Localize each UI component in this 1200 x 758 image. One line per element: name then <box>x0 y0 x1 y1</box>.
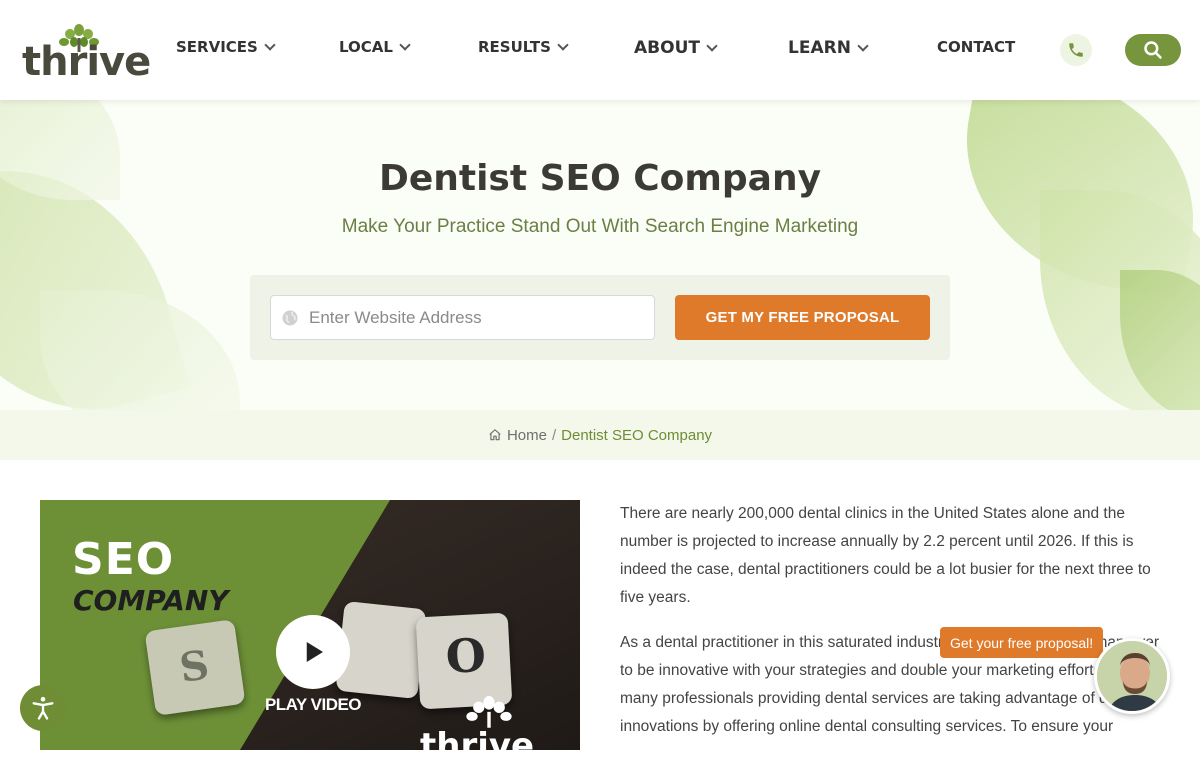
leaf-decoration <box>40 290 240 410</box>
hero-section: Dentist SEO Company Make Your Practice S… <box>0 100 1200 410</box>
chevron-down-icon <box>857 39 869 52</box>
page-title: Dentist SEO Company <box>378 158 822 199</box>
article-paragraph: There are nearly 200,000 dental clinics … <box>620 505 1151 606</box>
nav-learn[interactable]: LEARN <box>788 38 869 58</box>
breadcrumb-separator: / <box>551 426 557 444</box>
chevron-down-icon <box>264 38 276 51</box>
website-field[interactable] <box>270 295 655 340</box>
nav-contact-label: CONTACT <box>937 38 1016 56</box>
nav-results[interactable]: RESULTS <box>478 38 569 56</box>
breadcrumb-home-link[interactable]: Home <box>488 427 547 444</box>
chat-agent-avatar[interactable] <box>1094 638 1170 714</box>
scrabble-tile: O <box>415 612 513 710</box>
video-company-text: COMPANY <box>73 584 229 617</box>
logo-wordmark: thrive <box>22 39 151 85</box>
nav-local-label: LOCAL <box>339 38 393 56</box>
search-button[interactable] <box>1125 34 1181 66</box>
proposal-form: GET MY FREE PROPOSAL <box>250 275 950 360</box>
nav-learn-label: LEARN <box>788 38 851 58</box>
phone-icon <box>1069 43 1083 57</box>
chevron-down-icon <box>706 39 718 52</box>
video-seo-text: SEO <box>72 534 175 585</box>
site-header: thrive SERVICES LOCAL RESULTS ABOUT LEAR… <box>0 0 1200 100</box>
thrive-logo[interactable]: thrive <box>22 24 151 82</box>
globe-icon <box>282 310 298 325</box>
chevron-down-icon <box>557 38 569 51</box>
breadcrumb-home-label: Home <box>506 426 547 444</box>
nav-about[interactable]: ABOUT <box>634 38 718 58</box>
play-button[interactable] <box>276 615 350 689</box>
website-input[interactable] <box>309 307 629 328</box>
nav-local[interactable]: LOCAL <box>339 38 411 56</box>
breadcrumb: Home / Dentist SEO Company <box>0 410 1200 460</box>
play-icon <box>306 642 323 662</box>
tile-letter: O <box>444 627 488 684</box>
chevron-down-icon <box>399 38 411 51</box>
home-icon <box>489 429 501 441</box>
nav-services-label: SERVICES <box>176 38 258 56</box>
breadcrumb-current: Dentist SEO Company <box>561 426 713 444</box>
video-player[interactable]: S E O SEO COMPANY PLAY VIDEO thrive <box>40 500 580 750</box>
nav-results-label: RESULTS <box>478 38 551 56</box>
nav-contact[interactable]: CONTACT <box>937 38 1015 56</box>
nav-about-label: ABOUT <box>634 38 700 58</box>
tree-icon <box>466 696 512 728</box>
tile-letter: S <box>176 641 212 692</box>
phone-button[interactable] <box>1060 34 1092 66</box>
get-proposal-button[interactable]: GET MY FREE PROPOSAL <box>675 295 930 340</box>
play-video-label: PLAY VIDEO <box>264 695 362 714</box>
accessibility-button[interactable] <box>20 685 66 731</box>
accessibility-icon <box>32 696 54 720</box>
nav-services[interactable]: SERVICES <box>176 38 276 56</box>
chat-proposal-bubble[interactable]: Get your free proposal! <box>940 627 1104 658</box>
search-icon <box>1144 41 1162 59</box>
scrabble-tile: S <box>144 619 246 716</box>
page-subtitle: Make Your Practice Stand Out With Search… <box>341 216 859 237</box>
video-logo-wordmark: thrive <box>420 726 535 750</box>
